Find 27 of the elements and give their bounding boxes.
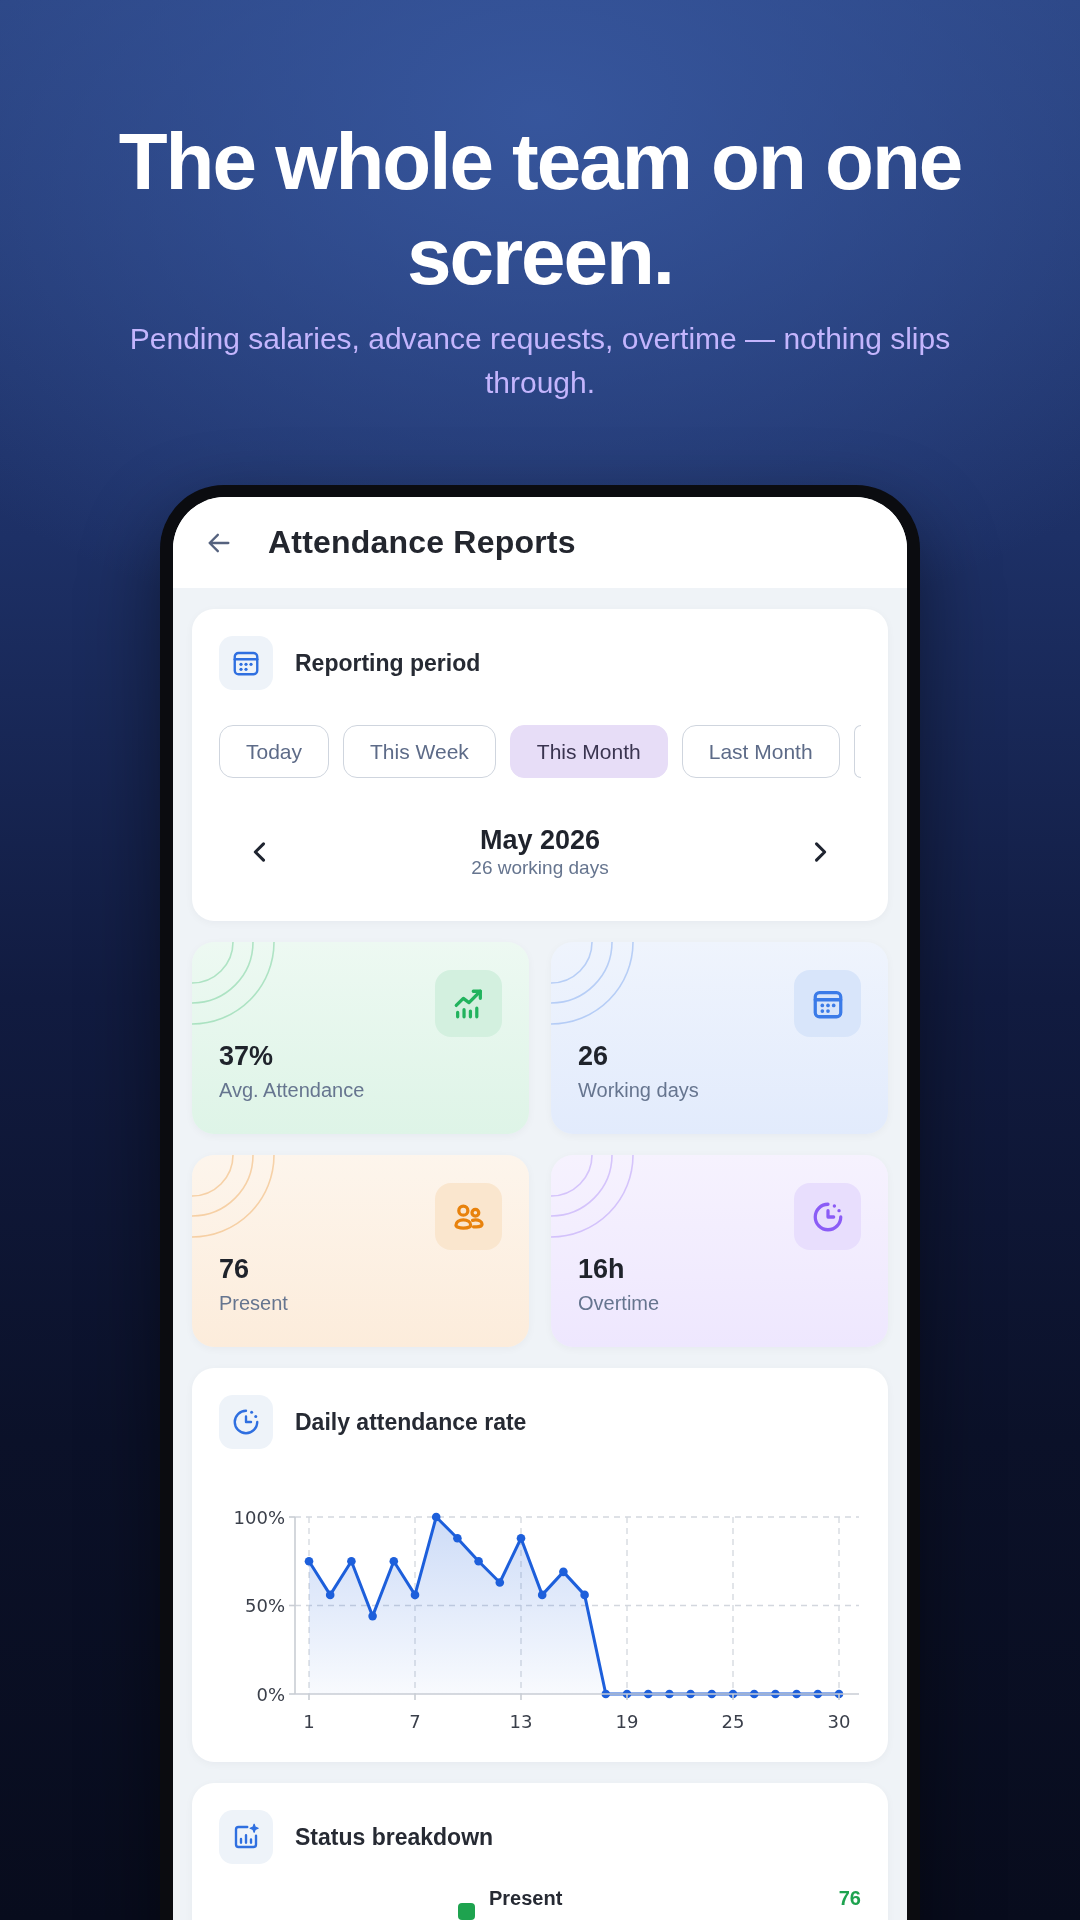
status-count: 76 bbox=[838, 1886, 861, 1910]
y-tick-label: 100% bbox=[233, 1506, 285, 1528]
working-days-label: 26 working days bbox=[471, 856, 609, 880]
month-label: May 2026 bbox=[479, 824, 601, 856]
hero-subtitle: Pending salaries, advance requests, overtime — nothing slips through. bbox=[128, 321, 952, 401]
stat-value: 26 bbox=[578, 1042, 609, 1070]
y-tick-label: 50% bbox=[245, 1595, 285, 1616]
hero-title: The whole team on one screen. bbox=[117, 116, 963, 303]
x-tick-label: 30 bbox=[827, 1710, 851, 1732]
x-tick-label: 19 bbox=[615, 1710, 639, 1732]
x-tick-label: 1 bbox=[303, 1710, 315, 1732]
stat-label: Present bbox=[219, 1291, 288, 1316]
stat-label: Overtime bbox=[578, 1291, 660, 1316]
y-tick-label: 0% bbox=[256, 1683, 285, 1705]
x-tick-label: 25 bbox=[721, 1710, 745, 1732]
stat-value: 76 bbox=[219, 1255, 250, 1283]
stat-value: 16h bbox=[578, 1255, 625, 1283]
card-title: Daily attendance rate bbox=[295, 1408, 527, 1436]
x-tick-label: 13 bbox=[509, 1710, 533, 1732]
screen-title: Attendance Reports bbox=[268, 524, 576, 561]
status-label: Present bbox=[489, 1886, 563, 1910]
card-title: Status breakdown bbox=[295, 1823, 494, 1851]
x-tick-label: 7 bbox=[409, 1710, 421, 1732]
stat-label: Avg. Attendance bbox=[219, 1078, 365, 1103]
card-title: Reporting period bbox=[295, 649, 481, 677]
stat-label: Working days bbox=[578, 1078, 699, 1103]
stat-value: 37% bbox=[219, 1042, 274, 1070]
